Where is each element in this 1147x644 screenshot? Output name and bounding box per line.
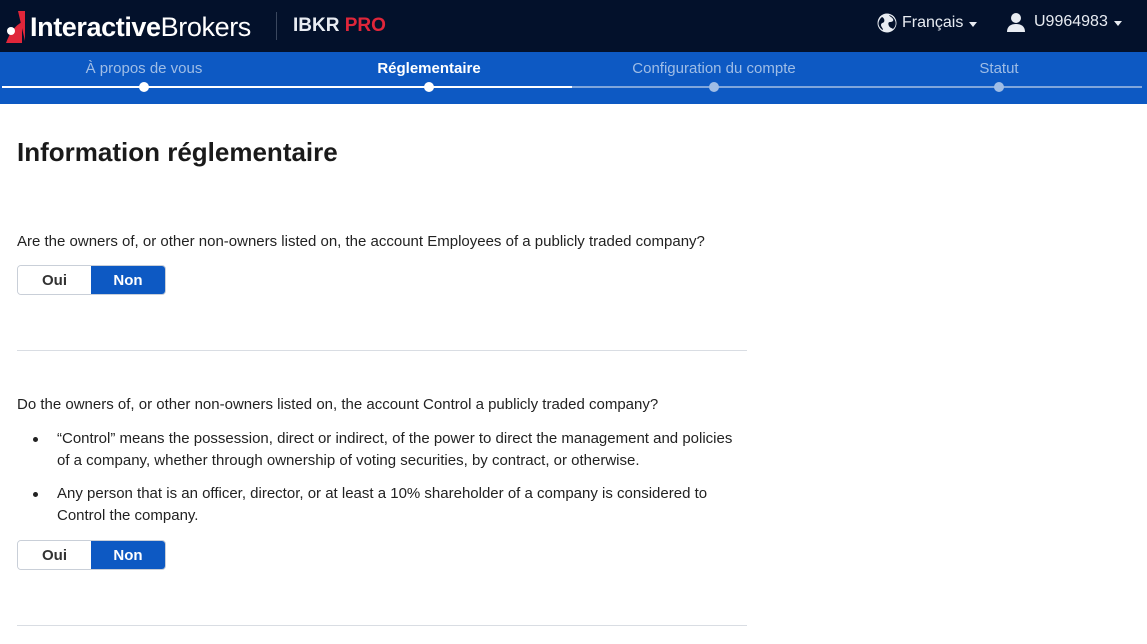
step-label-status: Statut xyxy=(979,60,1019,77)
chevron-down-icon xyxy=(969,21,978,27)
control-no-button[interactable]: Non xyxy=(91,541,165,569)
language-selector[interactable]: Français xyxy=(877,13,978,33)
chevron-down-icon xyxy=(1113,20,1122,26)
step-label-regulatory[interactable]: Réglementaire xyxy=(377,60,480,77)
employees-yes-no-toggle: Oui Non xyxy=(17,265,166,295)
interactive-brokers-logo[interactable]: InteractiveBrokers xyxy=(4,9,251,45)
progress-stepper: À propos de vous Réglementaire Configura… xyxy=(0,52,1147,104)
step-label-about-you[interactable]: À propos de vous xyxy=(86,60,203,77)
user-icon xyxy=(1007,13,1025,32)
step-dot-account-configuration xyxy=(709,82,719,92)
question-control-text: Do the owners of, or other non-owners li… xyxy=(17,396,659,413)
user-id: U9964983 xyxy=(1034,13,1108,30)
logo-wordmark: InteractiveBrokers xyxy=(30,11,251,42)
list-item: Any person that is an officer, director,… xyxy=(17,483,747,527)
ib-logo-icon xyxy=(6,11,25,43)
product-name: IBKR PRO xyxy=(293,15,386,36)
language-label: Français xyxy=(902,14,964,31)
control-definition-list: “Control” means the possession, direct o… xyxy=(17,428,747,538)
control-yes-button[interactable]: Oui xyxy=(18,541,91,569)
section-divider xyxy=(17,625,747,626)
employees-no-button[interactable]: Non xyxy=(91,266,165,294)
progress-line-completed xyxy=(2,86,572,88)
employees-yes-button[interactable]: Oui xyxy=(18,266,91,294)
globe-icon xyxy=(877,13,897,33)
control-yes-no-toggle: Oui Non xyxy=(17,540,166,570)
section-divider xyxy=(17,350,747,351)
header-divider xyxy=(276,12,277,40)
question-employees-text: Are the owners of, or other non-owners l… xyxy=(17,233,705,250)
top-navigation-bar: InteractiveBrokers IBKR PRO Français U99… xyxy=(0,0,1147,52)
progress-line-remaining xyxy=(572,86,1142,88)
step-dot-about-you xyxy=(139,82,149,92)
page-title: Information réglementaire xyxy=(17,137,338,167)
list-item: “Control” means the possession, direct o… xyxy=(17,428,747,472)
step-dot-status xyxy=(994,82,1004,92)
step-label-account-configuration: Configuration du compte xyxy=(632,60,796,77)
step-dot-regulatory xyxy=(424,82,434,92)
user-menu[interactable]: U9964983 xyxy=(1006,12,1122,32)
